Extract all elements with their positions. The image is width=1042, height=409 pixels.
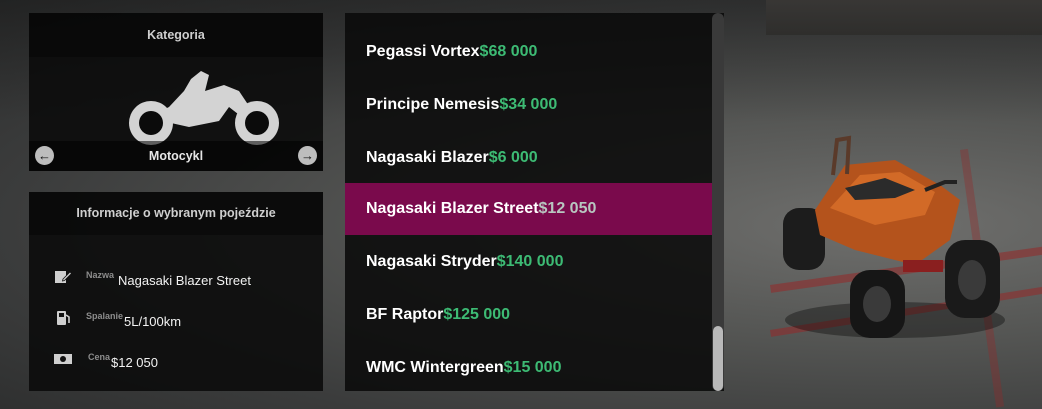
cash-icon: [54, 354, 72, 364]
category-title: Kategoria: [29, 13, 323, 57]
category-panel: Kategoria ← Motocykl →: [29, 13, 323, 171]
vehicle-price: $6 000: [488, 149, 538, 166]
previous-category-button[interactable]: ←: [35, 146, 54, 165]
vehicle-name: Nagasaki Blazer Street: [366, 200, 539, 217]
motorcycle-icon: [129, 71, 279, 145]
vehicle-list: Pegassi Vortex$68 000 Principe Nemesis$3…: [345, 13, 724, 391]
name-value: Nagasaki Blazer Street: [118, 273, 251, 288]
vehicle-item[interactable]: WMC Wintergreen$15 000: [345, 342, 712, 391]
vehicle-item[interactable]: Nagasaki Blazer$6 000: [345, 132, 712, 184]
vehicle-name: Nagasaki Stryder: [366, 253, 497, 270]
vehicle-price: $34 000: [499, 96, 558, 113]
info-row-price: Cena $12 050: [54, 351, 313, 371]
scrollbar-thumb[interactable]: [713, 326, 723, 391]
vehicle-preview: [783, 135, 1005, 338]
vehicle-item[interactable]: Nagasaki Stryder$140 000: [345, 236, 712, 288]
fuel-value: 5L/100km: [124, 314, 182, 329]
name-label: Nazwa: [86, 270, 115, 280]
vehicle-name: Nagasaki Blazer: [366, 149, 489, 166]
fuel-label: Spalanie: [86, 311, 124, 321]
edit-icon: [55, 271, 72, 283]
vehicle-price: $68 000: [479, 43, 538, 60]
category-name: Motocykl: [148, 149, 204, 163]
vehicle-price: $140 000: [496, 253, 564, 270]
arrow-right-icon: →: [301, 148, 314, 163]
info-title: Informacje o wybranym pojeździe: [29, 192, 323, 235]
vehicle-item[interactable]: Pegassi Vortex$68 000: [345, 26, 712, 78]
vehicle-item[interactable]: Principe Nemesis$34 000: [345, 79, 712, 131]
vehicle-name: Pegassi Vortex: [366, 43, 480, 60]
vehicle-item-selected[interactable]: Nagasaki Blazer Street$12 050: [345, 183, 712, 235]
vehicle-price: $12 050: [538, 200, 597, 217]
vehicle-price: $125 000: [443, 306, 511, 323]
next-category-button[interactable]: →: [298, 146, 317, 165]
price-value: $12 050: [111, 355, 158, 370]
arrow-left-icon: ←: [38, 148, 51, 163]
vehicle-name: BF Raptor: [366, 306, 444, 323]
info-row-name: Nazwa Nagasaki Blazer Street: [54, 269, 313, 289]
price-label: Cena: [88, 352, 111, 362]
vehicle-info-panel: Informacje o wybranym pojeździe Nazwa Na…: [29, 192, 323, 391]
info-row-fuel: Spalanie 5L/100km: [54, 310, 313, 330]
vehicle-item[interactable]: BF Raptor$125 000: [345, 289, 712, 341]
fuel-icon: [57, 311, 70, 325]
vehicle-price: $15 000: [503, 359, 562, 376]
vehicle-name: WMC Wintergreen: [366, 359, 504, 376]
vehicle-name: Principe Nemesis: [366, 96, 500, 113]
